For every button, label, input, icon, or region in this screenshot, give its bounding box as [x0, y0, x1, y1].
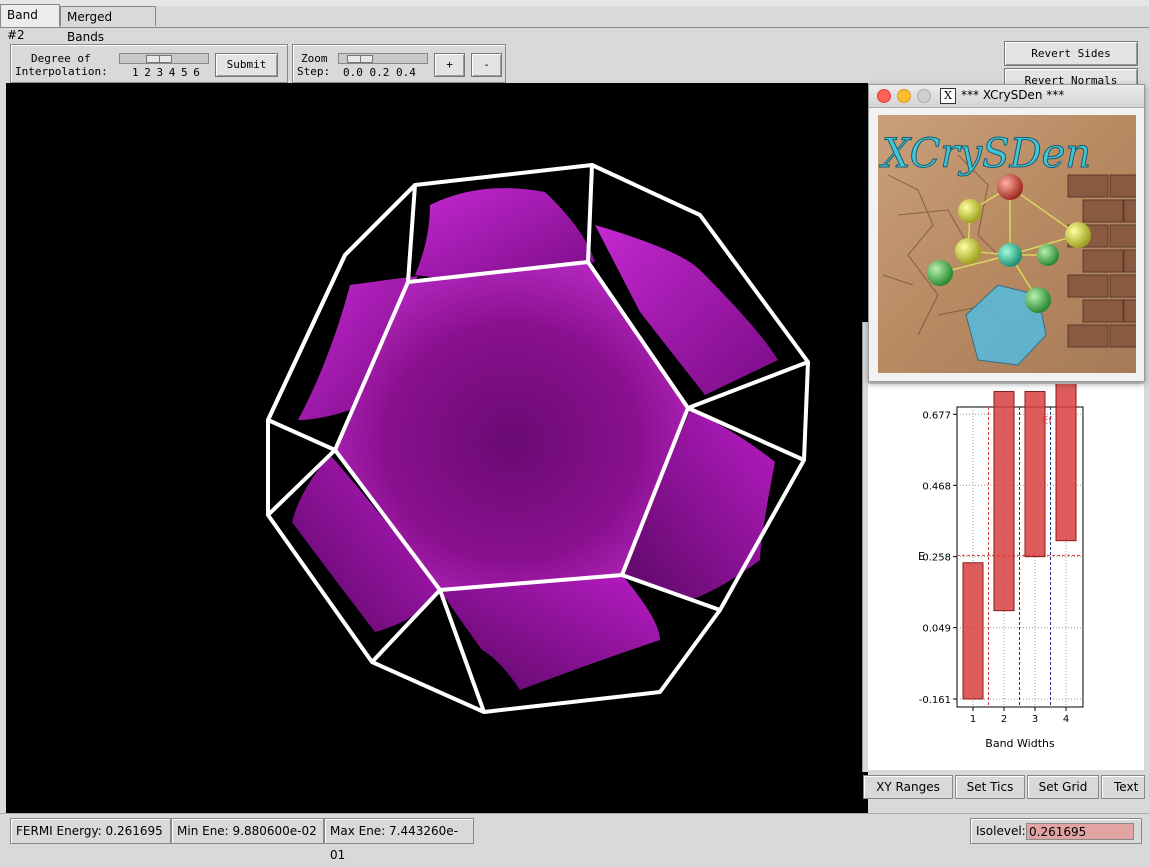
fermi-energy-status: FERMI Energy: 0.261695 — [10, 818, 171, 844]
interpolation-slider-handle[interactable] — [146, 55, 172, 63]
surface-lobe-bottom — [440, 575, 660, 690]
tab-band[interactable]: Band #2 — [0, 4, 60, 42]
y-tick-label: 0.258 — [922, 553, 951, 564]
x-tick-label: 3 — [1032, 714, 1038, 725]
y-tick-label: 0.677 — [922, 410, 951, 421]
y-tick-label: 0.049 — [922, 624, 951, 635]
xcrysden-logo-image: XCrySDen — [878, 115, 1136, 373]
interpolation-ticks: 1 2 3 4 5 6 — [132, 66, 200, 79]
band-bar-2 — [993, 391, 1015, 612]
band-bar-1 — [962, 562, 984, 700]
x-tick-label: 2 — [1001, 714, 1007, 725]
tab-divider — [0, 27, 1149, 28]
revert-sides-button[interactable]: Revert Sides — [1004, 41, 1138, 66]
zoom-label: Zoom — [301, 52, 328, 65]
maximize-window-icon[interactable] — [917, 89, 931, 103]
zoom-group: Zoom Step: 0.0 0.2 0.4 + - — [292, 44, 506, 83]
tab-merged-bands[interactable]: Merged Bands — [60, 6, 156, 44]
interpolation-label-1: Degree of — [31, 52, 91, 65]
band-bar-4 — [1055, 375, 1077, 542]
y-tick-label: 0.468 — [922, 481, 951, 492]
xcrysden-logo-window[interactable]: X *** XCrySDen *** XCrySDen — [868, 84, 1145, 382]
zoom-step-ticks: 0.0 0.2 0.4 — [343, 66, 416, 79]
xy-ranges-button[interactable]: XY Ranges — [863, 775, 953, 799]
submit-button[interactable]: Submit — [215, 53, 278, 77]
isolevel-input[interactable]: 0.261695 — [1026, 823, 1134, 840]
isolevel-label: Isolevel: — [976, 824, 1026, 838]
x-axis-label: Band Widths — [985, 737, 1055, 750]
y-axis-label: E — [918, 550, 925, 563]
logo-text: XCrySDen — [879, 131, 1091, 177]
interpolation-slider[interactable] — [119, 53, 209, 64]
zoom-in-button[interactable]: + — [434, 53, 465, 77]
set-tics-button[interactable]: Set Tics — [955, 775, 1025, 799]
x-ticks: 1 2 3 4 — [970, 707, 1069, 725]
interpolation-group: Degree of Interpolation: 1 2 3 4 5 6 Sub… — [10, 44, 288, 83]
x-app-icon: X — [940, 88, 956, 104]
fermi-surface-viewport[interactable] — [6, 83, 868, 813]
close-window-icon[interactable] — [877, 89, 891, 103]
zoom-step-label: Step: — [297, 65, 331, 78]
text-button[interactable]: Text — [1101, 775, 1145, 799]
zoom-step-slider[interactable] — [338, 53, 428, 64]
band-widths-chart: 0.677 0.468 0.258 0.049 -0.161 1 2 3 4 E Band W… — [918, 375, 1084, 750]
fermi-label: Ef — [1042, 415, 1052, 426]
minimize-window-icon[interactable] — [897, 89, 911, 103]
logo-window-titlebar[interactable]: X *** XCrySDen *** — [869, 85, 1144, 108]
interpolation-label-2: Interpolation: — [15, 65, 108, 78]
x-tick-label: 4 — [1063, 714, 1069, 725]
band-widths-plot-area: 0.677 0.468 0.258 0.049 -0.161 1 2 3 4 E Band W… — [868, 375, 1144, 770]
fermi-surface-render — [266, 163, 810, 714]
min-energy-status: Min Ene: 9.880600e-02 — [171, 818, 324, 844]
window-title-strip — [0, 0, 1149, 6]
x-tick-label: 1 — [970, 714, 976, 725]
set-grid-button[interactable]: Set Grid — [1027, 775, 1099, 799]
zoom-step-slider-handle[interactable] — [347, 55, 373, 63]
zoom-out-button[interactable]: - — [471, 53, 502, 77]
logo-window-title: *** XCrySDen *** — [961, 88, 1065, 102]
y-tick-label: -0.161 — [919, 695, 951, 706]
max-energy-status: Max Ene: 7.443260e-01 — [324, 818, 474, 862]
